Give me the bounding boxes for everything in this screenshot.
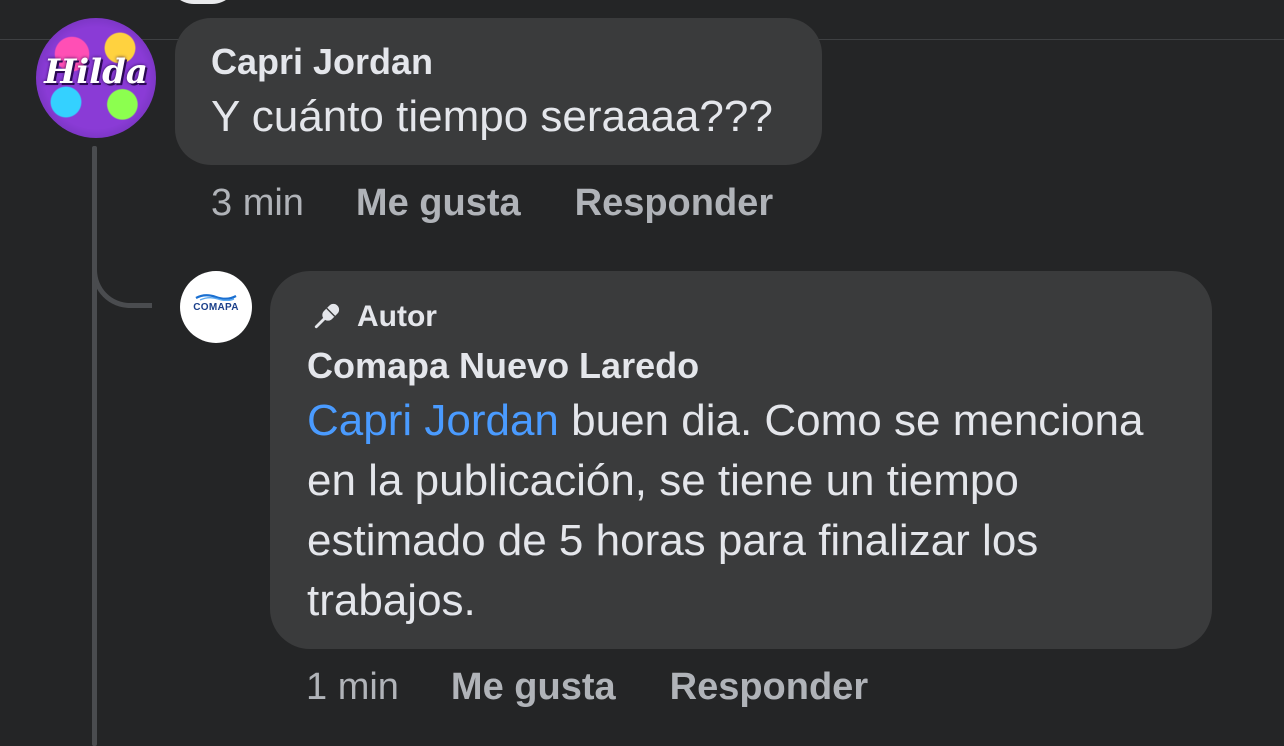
microphone-icon xyxy=(314,303,340,329)
avatar-comapa[interactable]: COMAPA xyxy=(180,271,252,343)
reply-actions: 1 min Me gusta Responder xyxy=(306,666,868,709)
comment-author[interactable]: Capri Jordan xyxy=(211,41,433,83)
mention-link[interactable]: Capri Jordan xyxy=(307,396,559,445)
reply-timestamp[interactable]: 1 min xyxy=(306,666,399,709)
reply-button[interactable]: Responder xyxy=(670,666,868,709)
reply-author[interactable]: Comapa Nuevo Laredo xyxy=(307,345,699,387)
comment-timestamp[interactable]: 3 min xyxy=(211,182,304,225)
comapa-wave-logo xyxy=(195,294,237,301)
avatar-capri-jordan[interactable]: Hilda xyxy=(36,18,156,138)
reply-text: Capri Jordan buen dia. Como se menciona … xyxy=(307,391,1187,631)
reply-bubble[interactable]: Autor Comapa Nuevo Laredo Capri Jordan b… xyxy=(270,271,1212,649)
avatar-logo-text: Hilda xyxy=(44,52,148,92)
like-button[interactable]: Me gusta xyxy=(451,666,616,709)
author-badge-label: Autor xyxy=(357,300,437,333)
thread-connector-curve xyxy=(92,250,152,308)
thread-connector-line xyxy=(92,146,97,746)
previous-avatar-edge xyxy=(168,0,238,4)
comment-actions: 3 min Me gusta Responder xyxy=(211,182,773,225)
author-badge: Autor xyxy=(307,298,437,336)
like-button[interactable]: Me gusta xyxy=(356,182,521,225)
comment-bubble[interactable]: Capri Jordan Y cuánto tiempo seraaaa??? xyxy=(175,18,822,165)
reply-button[interactable]: Responder xyxy=(575,182,773,225)
comment-text: Y cuánto tiempo seraaaa??? xyxy=(211,92,773,141)
comapa-brand-text: COMAPA xyxy=(193,302,239,313)
